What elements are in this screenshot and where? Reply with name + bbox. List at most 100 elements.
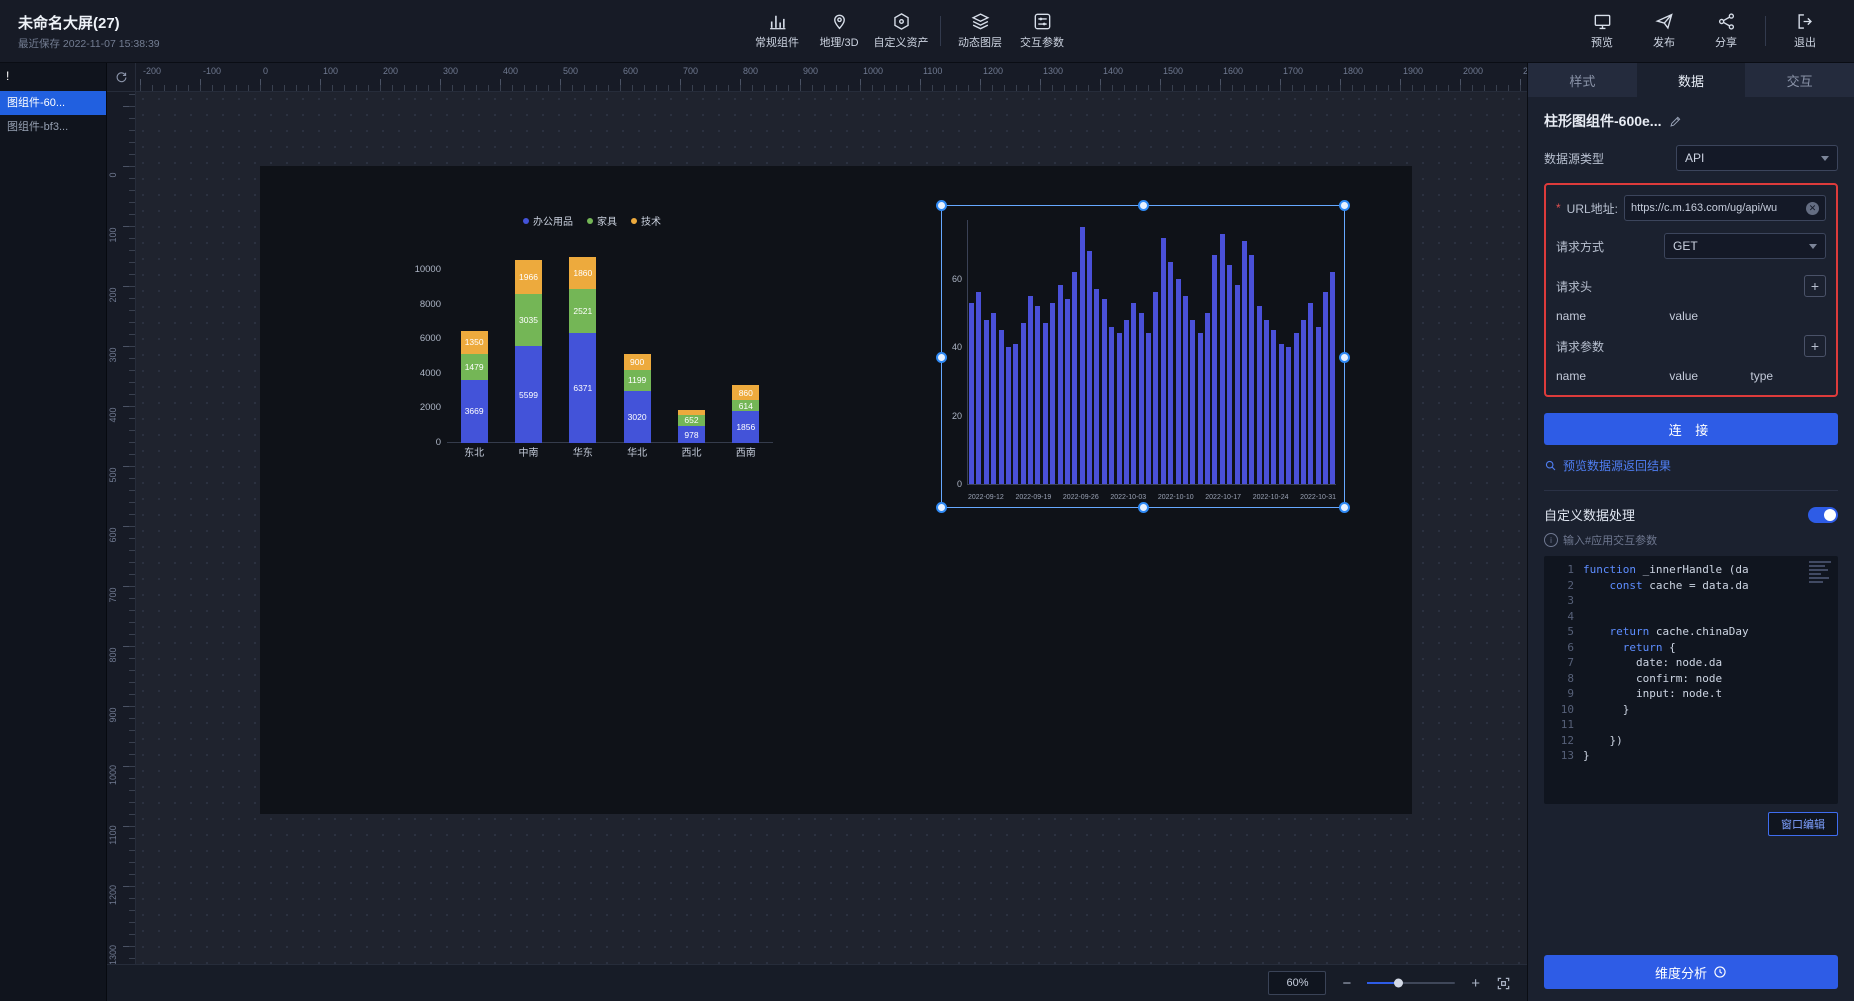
resize-handle-top-middle[interactable] <box>1138 200 1149 211</box>
preview-datasource-link[interactable]: 预览数据源返回结果 <box>1544 457 1838 474</box>
stacked-bar-chart-component[interactable]: 办公用品家具技术 0200040006000800010000 13501479… <box>403 201 781 462</box>
magnifier-icon <box>1544 459 1557 472</box>
ruler-label: 700 <box>108 580 118 610</box>
api-config-highlight-box: * URL地址: https://c.m.163.com/ug/api/wu ✕… <box>1544 183 1838 397</box>
vertical-ruler[interactable]: 0100200300400500600700800900100011001200… <box>107 91 136 965</box>
ruler-corner-refresh-icon[interactable] <box>107 63 136 92</box>
layer-item[interactable]: 图组件-60... <box>0 91 106 115</box>
bar <box>1006 347 1011 484</box>
bar-segment: 3669 <box>461 380 488 443</box>
window-edit-button[interactable]: 窗口编辑 <box>1768 812 1838 836</box>
url-input[interactable]: https://c.m.163.com/ug/api/wu ✕ <box>1624 195 1826 221</box>
resize-handle-bottom-left[interactable] <box>936 502 947 513</box>
selected-bar-chart-component[interactable]: 0204060 2022-09-122022-09-192022-09-2620… <box>941 205 1345 508</box>
tool-chart[interactable]: 常规组件 <box>746 12 808 50</box>
x-tick-label: 2022-09-12 <box>968 494 1004 501</box>
y-tick-label: 4000 <box>403 368 441 379</box>
settings-panel: 样式数据交互 柱形图组件-600e... 数据源类型 API <box>1527 63 1854 1001</box>
publish-icon <box>1655 12 1674 31</box>
zoom-slider-knob[interactable] <box>1394 979 1403 988</box>
dimension-analysis-button[interactable]: 维度分析 <box>1544 955 1838 989</box>
stacked-bar: 652978 <box>678 410 705 443</box>
ruler-label: 200 <box>108 280 118 310</box>
divider <box>1544 490 1838 491</box>
code-text: }) <box>1583 733 1623 749</box>
code-text: function _innerHandle (da <box>1583 562 1749 578</box>
tool-asset-hexagon[interactable]: 自定义资产 <box>870 12 932 50</box>
zoom-level-input[interactable]: 60% <box>1268 971 1326 995</box>
line-number: 6 <box>1544 640 1583 656</box>
bar-group: 196630355599中南 <box>515 231 542 460</box>
ruler-label: 1100 <box>923 66 942 76</box>
resize-handle-middle-left[interactable] <box>936 352 947 363</box>
code-line: 10 } <box>1544 702 1838 718</box>
ruler-label: 1100 <box>108 820 118 850</box>
tool-layers[interactable]: 动态图层 <box>949 12 1011 50</box>
resize-handle-bottom-middle[interactable] <box>1138 502 1149 513</box>
connect-button[interactable]: 连 接 <box>1544 413 1838 445</box>
code-editor[interactable]: 1function _innerHandle (da2 const cache … <box>1544 556 1838 804</box>
tab-数据[interactable]: 数据 <box>1637 63 1746 97</box>
ruler-label: 500 <box>108 460 118 490</box>
resize-handle-middle-right[interactable] <box>1339 352 1350 363</box>
tool-share[interactable]: 分享 <box>1695 12 1757 50</box>
edit-pencil-icon[interactable] <box>1669 115 1682 128</box>
y-tick-label: 10000 <box>403 264 441 275</box>
bar <box>1050 303 1055 484</box>
ruler-label: 100 <box>108 220 118 250</box>
bar <box>1279 344 1284 484</box>
tool-label: 预览 <box>1591 34 1613 50</box>
x-tick-label: 华东 <box>573 447 593 460</box>
tool-exit[interactable]: 退出 <box>1774 12 1836 50</box>
datasource-type-select[interactable]: API <box>1676 145 1838 171</box>
zoom-slider[interactable] <box>1367 982 1455 984</box>
code-line: 11 <box>1544 717 1838 733</box>
tab-样式[interactable]: 样式 <box>1528 63 1637 97</box>
resize-handle-bottom-right[interactable] <box>1339 502 1350 513</box>
x-tick-label: 西南 <box>736 447 756 460</box>
params-icon <box>1033 12 1052 31</box>
exit-icon <box>1796 12 1815 31</box>
resize-handle-top-left[interactable] <box>936 200 947 211</box>
ruler-label: 1200 <box>983 66 1003 76</box>
zoom-in-button[interactable]: + <box>1471 976 1480 991</box>
tool-label: 退出 <box>1794 34 1816 50</box>
zoom-out-button[interactable]: − <box>1342 976 1351 991</box>
canvas-viewport[interactable]: 办公用品家具技术 0200040006000800010000 13501479… <box>135 91 1527 965</box>
bar <box>1212 255 1217 484</box>
tool-publish[interactable]: 发布 <box>1633 12 1695 50</box>
bar <box>1190 320 1195 484</box>
ruler-label: 1700 <box>1283 66 1303 76</box>
clear-input-icon[interactable]: ✕ <box>1806 202 1819 215</box>
bar <box>1028 296 1033 484</box>
add-header-button[interactable]: + <box>1804 275 1826 297</box>
request-method-select[interactable]: GET <box>1664 233 1826 259</box>
column-value: value <box>1669 309 1750 323</box>
fit-screen-icon[interactable] <box>1496 976 1511 991</box>
bar <box>1161 238 1166 484</box>
column-name: name <box>1556 309 1669 323</box>
chart-icon <box>768 12 787 31</box>
tool-params[interactable]: 交互参数 <box>1011 12 1073 50</box>
bar <box>1013 344 1018 484</box>
layer-item[interactable]: 图组件-bf3... <box>0 115 106 139</box>
legend-dot <box>587 218 593 224</box>
bar-segment: 1199 <box>624 370 651 391</box>
ruler-label: 300 <box>443 66 458 76</box>
resize-handle-top-right[interactable] <box>1339 200 1350 211</box>
custom-processing-toggle[interactable] <box>1808 507 1838 523</box>
x-tick-label: 2022-10-17 <box>1205 494 1241 501</box>
tool-geo-pin[interactable]: 地理/3D <box>808 12 870 50</box>
tool-preview[interactable]: 预览 <box>1571 12 1633 50</box>
required-asterisk: * <box>1556 201 1561 215</box>
tab-交互[interactable]: 交互 <box>1745 63 1854 97</box>
design-artboard[interactable]: 办公用品家具技术 0200040006000800010000 13501479… <box>260 166 1412 814</box>
ruler-label: 1900 <box>1403 66 1423 76</box>
code-text: confirm: node <box>1583 671 1722 687</box>
x-tick-label: 2022-09-26 <box>1063 494 1099 501</box>
ruler-label: 2000 <box>1463 66 1483 76</box>
horizontal-ruler[interactable]: -200-10001002003004005006007008009001000… <box>135 63 1527 92</box>
add-param-button[interactable]: + <box>1804 335 1826 357</box>
tool-label: 动态图层 <box>958 34 1002 50</box>
last-saved-timestamp: 最近保存 2022-11-07 15:38:39 <box>18 36 248 51</box>
